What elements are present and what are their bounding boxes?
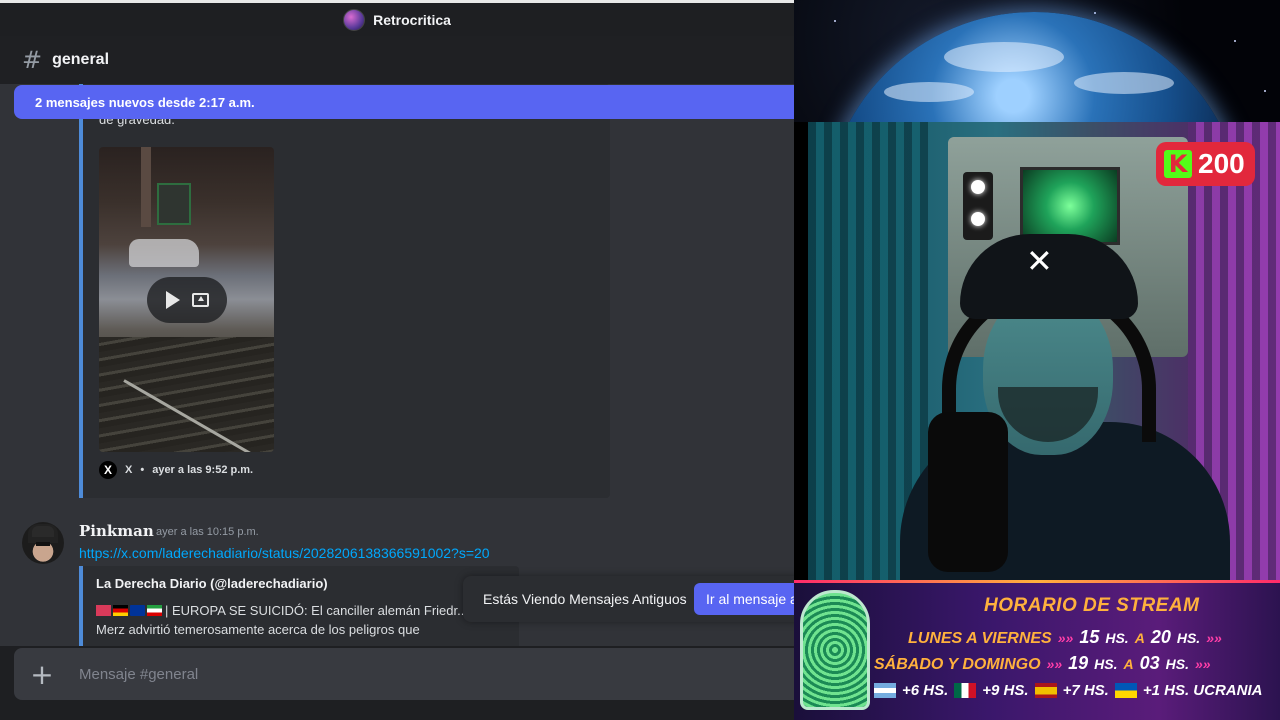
discord-pane: Retrocritica # general de gravedad. X X (0, 0, 794, 720)
tz-offset: +7 HS. (1062, 682, 1109, 699)
old-messages-toast: Estás Viendo Mensajes Antiguos Ir al men… (463, 576, 794, 622)
avatar[interactable] (22, 522, 64, 564)
star (1234, 40, 1236, 42)
argentina-flag-icon (874, 683, 896, 698)
message-link[interactable]: https://x.com/laderechadiario/status/202… (79, 545, 490, 561)
message-input[interactable] (79, 665, 679, 683)
earth-globe (824, 12, 1244, 122)
cloud-shape (884, 82, 974, 102)
space-background (794, 0, 1280, 122)
mexico-flag-icon (954, 683, 977, 698)
timezone-row: +6 HS. +9 HS. +7 HS. +1 HS. UCRANIA (874, 682, 1262, 699)
eu-flag-icon (130, 605, 145, 616)
schedule-end: 03 (1139, 653, 1160, 673)
embed-x-post: de gravedad. X X • ayer a las 9:52 p.m. (79, 84, 610, 498)
message-list[interactable]: de gravedad. X X • ayer a las 9:52 p.m. (0, 84, 794, 646)
cloud-shape (1074, 72, 1174, 94)
x-logo-icon: X (99, 461, 117, 479)
hs-label: HS. (1094, 656, 1118, 672)
arrows-icon: »» (1057, 630, 1074, 646)
add-attachment-icon[interactable]: + (14, 648, 70, 700)
a-label: A (1134, 630, 1145, 646)
embed-footer-source: X (125, 464, 133, 476)
cap-logo-icon: ✕ (1026, 242, 1053, 280)
microphone (928, 412, 1008, 572)
title-bar: Retrocritica (0, 0, 794, 36)
tz-offset: +9 HS. (982, 682, 1029, 699)
embed-body: | EUROPA SE SUICIDÓ: El canciller alemán… (96, 601, 516, 639)
car-shape (129, 239, 199, 267)
window-title: Retrocritica (373, 11, 451, 28)
embed-author[interactable]: La Derecha Diario (@laderechadiario) (96, 576, 328, 591)
star (834, 20, 836, 22)
embed-link-preview: La Derecha Diario (@laderechadiario) | E… (79, 566, 519, 646)
embed-body-line2: Merz advirtió temerosamente acerca de lo… (96, 622, 420, 637)
hs-label: HS. (1176, 630, 1201, 646)
video-controls[interactable] (147, 277, 227, 323)
schedule-start: 15 (1079, 627, 1100, 647)
stream-overlay: ✕ K 200 HORARIO DE STREAM LUNES A VIERNE… (794, 0, 1280, 720)
schedule-row-weekend: SÁBADO Y DOMINGO »» 19 HS. A 03 HS. »» (874, 653, 1211, 674)
open-external-icon[interactable] (191, 293, 209, 307)
iran-flag-icon (147, 605, 162, 616)
arrows-icon: »» (1046, 656, 1063, 672)
pole-shape (141, 147, 151, 227)
embed-body-line1: | EUROPA SE SUICIDÓ: El canciller alemán… (165, 603, 468, 618)
kick-logo-icon: K (1164, 150, 1192, 178)
arrows-icon: »» (1195, 656, 1211, 672)
bullet-separator: • (140, 464, 145, 476)
schedule-row-weekdays: LUNES A VIERNES »» 15 HS. A 20 HS. »» (908, 627, 1222, 648)
ground-shape (99, 337, 274, 452)
stream-schedule: HORARIO DE STREAM LUNES A VIERNES »» 15 H… (794, 580, 1280, 720)
germany-flag-icon (113, 605, 128, 616)
embed-footer: X X • ayer a las 9:52 p.m. (99, 461, 253, 479)
play-icon[interactable] (165, 291, 180, 309)
hs-label: HS. (1165, 656, 1189, 672)
schedule-start: 19 (1068, 653, 1089, 673)
a-label: A (1123, 656, 1134, 672)
new-messages-banner[interactable]: 2 mensajes nuevos desde 2:17 a.m. (14, 85, 794, 119)
schedule-days: SÁBADO Y DOMINGO (874, 656, 1041, 673)
bottom-strip (0, 706, 794, 720)
old-messages-text: Estás Viendo Mensajes Antiguos (483, 591, 687, 607)
arrows-icon: »» (1206, 630, 1222, 646)
flag-emojis (96, 605, 162, 616)
jump-to-present-button[interactable]: Ir al mensaje a (694, 583, 794, 615)
star (1264, 90, 1266, 92)
message-username[interactable]: Pinkman (79, 522, 154, 540)
schedule-days: LUNES A VIERNES (908, 630, 1052, 647)
schedule-title: HORARIO DE STREAM (984, 595, 1200, 616)
spain-flag-icon (1034, 683, 1057, 698)
schedule-border (794, 580, 1280, 583)
schedule-end: 20 (1150, 627, 1171, 647)
cabinet-lights (963, 172, 993, 240)
message-composer: + (14, 648, 794, 700)
tz-offset: +6 HS. (902, 682, 949, 699)
video-thumbnail[interactable] (99, 147, 274, 452)
ukraine-flag-icon (1114, 683, 1137, 698)
tz-offset: +1 HS. UCRANIA (1142, 682, 1263, 699)
cactus-icon (800, 590, 870, 710)
flag-icon (96, 605, 111, 616)
webcam-feed: ✕ (808, 122, 1280, 580)
channel-name: general (52, 51, 110, 68)
kick-counter-badge: K 200 (1156, 142, 1255, 186)
hashtag-icon: # (22, 46, 43, 74)
message-timestamp: ayer a las 10:15 p.m. (156, 526, 259, 538)
channel-header: # general (0, 36, 794, 84)
star (1094, 12, 1096, 14)
cloud-shape (944, 42, 1064, 72)
embed-footer-time: ayer a las 9:52 p.m. (152, 464, 254, 476)
server-icon[interactable] (343, 8, 366, 31)
sign-shape (157, 183, 191, 225)
kick-counter-value: 200 (1198, 148, 1245, 179)
hs-label: HS. (1105, 630, 1129, 646)
